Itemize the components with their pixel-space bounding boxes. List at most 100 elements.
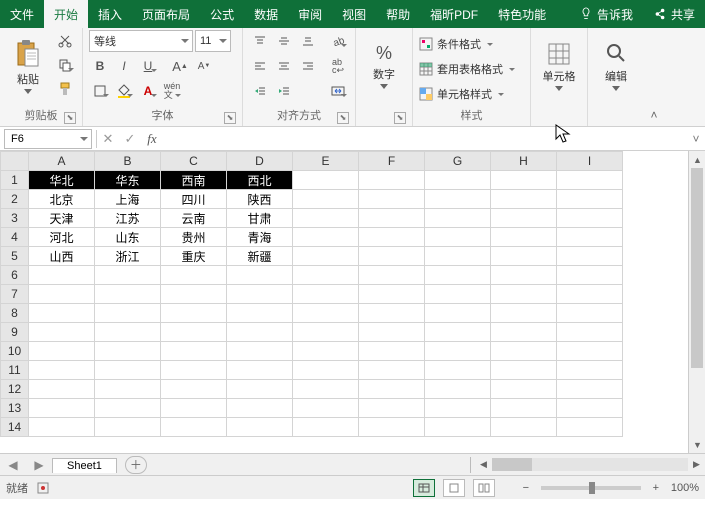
cell[interactable]: 华东	[95, 171, 161, 190]
cell[interactable]	[491, 323, 557, 342]
cell[interactable]	[359, 171, 425, 190]
zoom-slider-handle[interactable]	[589, 482, 595, 494]
menu-tab-5[interactable]: 数据	[244, 0, 288, 28]
collapse-ribbon-button[interactable]: ˄	[644, 28, 664, 126]
zoom-slider[interactable]	[541, 486, 641, 490]
cell[interactable]	[359, 380, 425, 399]
border-button[interactable]	[89, 80, 111, 102]
cell[interactable]	[29, 399, 95, 418]
cell[interactable]: 山东	[95, 228, 161, 247]
cell[interactable]	[227, 342, 293, 361]
cell[interactable]	[491, 342, 557, 361]
cell[interactable]	[557, 190, 623, 209]
vertical-scroll-thumb[interactable]	[691, 168, 703, 368]
grow-font-button[interactable]: A▲	[169, 55, 191, 77]
col-header[interactable]: E	[293, 152, 359, 171]
cell[interactable]	[557, 342, 623, 361]
cell[interactable]	[557, 323, 623, 342]
align-left-button[interactable]	[249, 55, 271, 77]
cell[interactable]	[161, 399, 227, 418]
cell[interactable]	[293, 171, 359, 190]
cell[interactable]	[557, 266, 623, 285]
increase-indent-button[interactable]	[273, 80, 295, 102]
spreadsheet-grid[interactable]: ABCDEFGHI1华北华东西南西北2北京上海四川陕西3天津江苏云南甘肃4河北山…	[0, 151, 623, 437]
bold-button[interactable]: B	[89, 55, 111, 77]
row-header[interactable]: 9	[1, 323, 29, 342]
row-header[interactable]: 13	[1, 399, 29, 418]
row-header[interactable]: 6	[1, 266, 29, 285]
menu-tab-10[interactable]: 特色功能	[488, 0, 556, 28]
cell[interactable]	[29, 266, 95, 285]
cell[interactable]	[161, 418, 227, 437]
cell[interactable]	[491, 304, 557, 323]
cell[interactable]	[95, 304, 161, 323]
row-header[interactable]: 5	[1, 247, 29, 266]
cell[interactable]	[425, 285, 491, 304]
cell[interactable]	[557, 228, 623, 247]
cell[interactable]	[359, 228, 425, 247]
menu-tab-8[interactable]: 帮助	[376, 0, 420, 28]
row-header[interactable]: 1	[1, 171, 29, 190]
menu-tab-6[interactable]: 审阅	[288, 0, 332, 28]
cell[interactable]	[425, 247, 491, 266]
cell[interactable]	[95, 342, 161, 361]
cell[interactable]	[359, 399, 425, 418]
cell[interactable]: 四川	[161, 190, 227, 209]
cell[interactable]	[557, 361, 623, 380]
copy-button[interactable]	[54, 54, 76, 76]
cell[interactable]	[425, 266, 491, 285]
cell[interactable]	[425, 209, 491, 228]
cell[interactable]: 甘肃	[227, 209, 293, 228]
cell[interactable]	[491, 399, 557, 418]
cell[interactable]	[491, 228, 557, 247]
select-all-corner[interactable]	[1, 152, 29, 171]
cell[interactable]: 贵州	[161, 228, 227, 247]
cell[interactable]	[491, 247, 557, 266]
row-header[interactable]: 14	[1, 418, 29, 437]
col-header[interactable]: G	[425, 152, 491, 171]
col-header[interactable]: H	[491, 152, 557, 171]
formula-input[interactable]	[163, 129, 687, 149]
cell[interactable]: 北京	[29, 190, 95, 209]
cancel-entry-button[interactable]: ✕	[97, 129, 119, 149]
cell[interactable]: 山西	[29, 247, 95, 266]
cell[interactable]	[359, 418, 425, 437]
zoom-in-button[interactable]: +	[649, 482, 663, 494]
cell[interactable]	[95, 266, 161, 285]
row-header[interactable]: 7	[1, 285, 29, 304]
shrink-font-button[interactable]: A▼	[193, 55, 215, 77]
font-color-button[interactable]: A	[137, 80, 159, 102]
cell[interactable]	[557, 380, 623, 399]
cell[interactable]: 西北	[227, 171, 293, 190]
cell[interactable]	[161, 266, 227, 285]
col-header[interactable]: C	[161, 152, 227, 171]
cell[interactable]	[491, 209, 557, 228]
cell[interactable]	[359, 361, 425, 380]
col-header[interactable]: D	[227, 152, 293, 171]
cell[interactable]	[29, 304, 95, 323]
cell[interactable]	[359, 342, 425, 361]
cell[interactable]	[293, 380, 359, 399]
cell[interactable]	[425, 323, 491, 342]
cell[interactable]	[425, 228, 491, 247]
decrease-indent-button[interactable]	[249, 80, 271, 102]
cell[interactable]: 上海	[95, 190, 161, 209]
macro-record-icon[interactable]	[36, 481, 50, 495]
italic-button[interactable]: I	[113, 55, 135, 77]
merge-button[interactable]	[327, 80, 349, 102]
cell[interactable]	[227, 285, 293, 304]
cell[interactable]	[557, 247, 623, 266]
cell[interactable]	[293, 342, 359, 361]
cell[interactable]	[425, 171, 491, 190]
cell[interactable]	[491, 418, 557, 437]
cell[interactable]	[293, 285, 359, 304]
cell[interactable]	[293, 190, 359, 209]
number-format-button[interactable]: % 数字	[362, 30, 406, 102]
cell[interactable]	[293, 418, 359, 437]
cell[interactable]	[95, 380, 161, 399]
cell-styles-button[interactable]: 单元格样式	[419, 84, 515, 104]
confirm-entry-button[interactable]: ✓	[119, 129, 141, 149]
page-layout-view-button[interactable]	[443, 479, 465, 497]
cell[interactable]	[359, 304, 425, 323]
cell[interactable]: 浙江	[95, 247, 161, 266]
